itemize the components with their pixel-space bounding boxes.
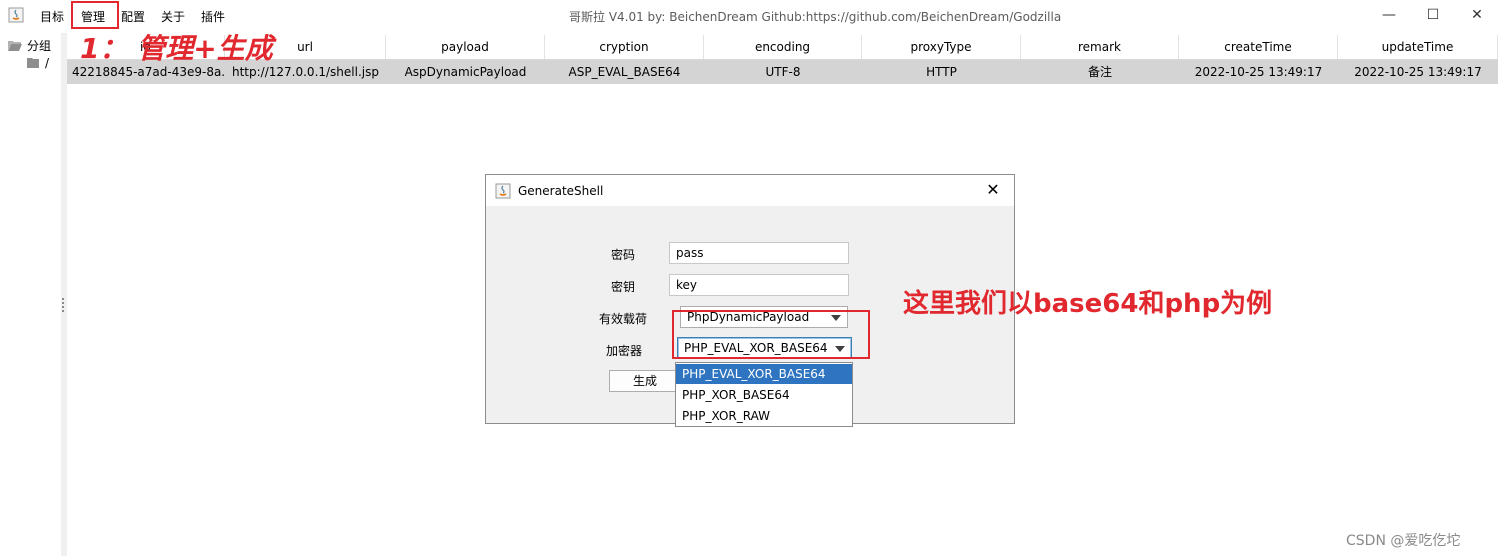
cell-encoding: UTF-8 xyxy=(765,65,801,79)
cell-remark: 备注 xyxy=(1087,65,1112,79)
column-header-encoding[interactable]: encoding xyxy=(704,35,862,59)
key-field[interactable]: key xyxy=(669,274,849,296)
java-app-icon xyxy=(495,183,511,199)
cell-updatetime: 2022-10-25 13:49:17 xyxy=(1354,65,1482,79)
dialog-title: GenerateShell xyxy=(518,184,604,198)
cell-createtime: 2022-10-25 13:49:17 xyxy=(1194,65,1323,79)
cell-proxytype: HTTP xyxy=(926,65,957,79)
generate-button[interactable]: 生成 xyxy=(609,370,681,392)
table-row[interactable]: 42218845-a7ad-43e9-8a... http://127.0.0.… xyxy=(67,60,1498,84)
annotation-note: 这里我们以base64和php为例 xyxy=(903,289,1273,319)
cell-payload: AspDynamicPayload xyxy=(404,65,527,79)
menu-item-about[interactable]: 关于 xyxy=(161,8,185,25)
password-label: 密码 xyxy=(610,248,635,262)
group-tree: 分组 / xyxy=(0,33,62,556)
folder-icon xyxy=(27,58,39,68)
key-label: 密钥 xyxy=(610,280,635,294)
column-header-proxytype[interactable]: proxyType xyxy=(862,35,1021,59)
dialog-close-icon[interactable]: ✕ xyxy=(984,181,1002,199)
column-header-createtime[interactable]: createTime xyxy=(1179,35,1338,59)
payload-label: 有效载荷 xyxy=(598,312,647,326)
dialog-titlebar[interactable]: GenerateShell ✕ xyxy=(486,175,1014,206)
window-title: 哥斯拉 V4.01 by: BeichenDream Github:https:… xyxy=(569,10,1062,24)
java-app-icon xyxy=(8,7,24,23)
column-header-updatetime[interactable]: updateTime xyxy=(1338,35,1498,59)
cryption-dropdown: PHP_EVAL_XOR_BASE64 PHP_XOR_BASE64 PHP_X… xyxy=(675,362,853,427)
folder-open-icon xyxy=(8,41,22,51)
annotation-box xyxy=(672,310,870,359)
maximize-icon[interactable]: ☐ xyxy=(1422,4,1444,26)
table-header: id url payload cryption encoding proxyTy… xyxy=(67,35,1498,60)
watermark: CSDN @爱吃仡坨 xyxy=(1346,533,1461,549)
menu-item-config[interactable]: 配置 xyxy=(121,8,145,25)
annotation-step1: 1： 管理+生成 xyxy=(80,32,273,65)
tree-node-root-label: 分组 xyxy=(27,39,52,53)
column-header-payload[interactable]: payload xyxy=(386,35,545,59)
dropdown-option[interactable]: PHP_XOR_BASE64 xyxy=(676,385,852,405)
tree-node-child[interactable]: / xyxy=(26,56,49,70)
password-field[interactable]: pass xyxy=(669,242,849,264)
dropdown-option[interactable]: PHP_XOR_RAW xyxy=(676,406,852,426)
close-icon[interactable]: ✕ xyxy=(1466,4,1488,26)
column-header-remark[interactable]: remark xyxy=(1021,35,1179,59)
minimize-icon[interactable]: — xyxy=(1378,4,1400,26)
tree-node-child-label: / xyxy=(45,56,50,70)
cell-cryption: ASP_EVAL_BASE64 xyxy=(568,65,681,79)
menu-item-target[interactable]: 目标 xyxy=(40,8,64,25)
annotation-highlight-box xyxy=(71,1,119,29)
menu-item-plugins[interactable]: 插件 xyxy=(201,8,225,25)
dropdown-option[interactable]: PHP_EVAL_XOR_BASE64 xyxy=(676,364,852,384)
tree-node-root[interactable]: 分组 xyxy=(7,37,51,54)
cryption-label: 加密器 xyxy=(605,344,642,358)
column-header-cryption[interactable]: cryption xyxy=(545,35,704,59)
